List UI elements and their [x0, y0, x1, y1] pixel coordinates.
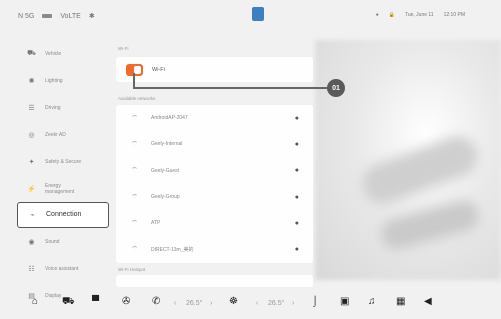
info-icon[interactable]: ● — [295, 141, 299, 148]
sidebar-item-connection[interactable]: ⌁ Connection — [17, 202, 109, 228]
sidebar-item-voice-assistant[interactable]: ☷ Voice assistant — [17, 255, 109, 282]
sidebar-item-label: Safety & Secure — [45, 158, 82, 165]
battery-icon: ⚡ — [27, 185, 36, 193]
status-date: Tue, June 11 — [404, 12, 434, 18]
settings-sidebar: ⛟ Vehicle ✺ Lighting ☰ Driving ◎ Zeekr A… — [17, 40, 109, 309]
wifi-toggle-label: Wi-Fi — [152, 66, 165, 73]
left-temp-decrease[interactable]: ‹ — [174, 300, 176, 307]
networks-section-label: Available networks — [118, 96, 156, 101]
sidebar-item-label: Sound — [45, 238, 60, 245]
info-icon[interactable]: ● — [295, 194, 299, 201]
record-icon: ● — [375, 12, 379, 18]
status-time: 12:10 PM — [443, 12, 465, 18]
sidebar-item-label: Lighting — [45, 77, 63, 84]
network-row[interactable]: ⌔ ATP ● — [116, 210, 313, 236]
network-row[interactable]: ⌔ Geely-Internal ● — [116, 131, 313, 157]
right-temperature: 26.5° — [268, 300, 285, 307]
wifi-lock-icon: ⌔ — [131, 246, 138, 254]
left-temperature: 26.5° — [186, 300, 203, 307]
network-list: ⌔ AndroidAP-2047 ● ⌔ Geely-Internal ● ⌔ … — [116, 105, 313, 263]
sidebar-item-label: Connection — [46, 211, 82, 218]
lock-icon: 🔒 — [388, 12, 395, 18]
sidebar-item-label: Voice assistant — [45, 265, 79, 272]
info-icon[interactable]: ● — [295, 167, 299, 174]
status-left: N 5G VoLTE ✱ — [18, 12, 95, 21]
info-icon[interactable]: ● — [295, 220, 299, 227]
right-temp-increase[interactable]: › — [292, 300, 294, 307]
music-icon[interactable]: ♫ — [368, 296, 376, 307]
brand-logo-icon — [252, 7, 264, 21]
sidebar-item-vehicle[interactable]: ⛟ Vehicle — [17, 40, 109, 67]
speaker-icon: ◉ — [28, 238, 35, 246]
sidebar-item-label: Vehicle — [45, 50, 62, 57]
assistant-icon: ☷ — [28, 265, 35, 273]
network-name: DIRECT-13m_美的 — [151, 247, 194, 254]
seat-icon[interactable]: ▀ — [92, 296, 99, 307]
link-icon: ⌁ — [30, 212, 35, 219]
home-icon[interactable]: ⌂ — [32, 296, 38, 307]
volume-icon[interactable]: ◀ — [424, 296, 432, 307]
network-row[interactable]: ⌔ Geely-Group ● — [116, 184, 313, 210]
seat-icon: ◎ — [28, 131, 35, 139]
wiper-icon[interactable]: ⌡ — [312, 296, 318, 307]
steering-wheel-icon: ☰ — [28, 104, 35, 112]
car-icon: ⛟ — [27, 50, 36, 57]
info-icon[interactable]: ● — [295, 115, 299, 122]
wifi-lock-icon: ⌔ — [131, 114, 138, 122]
sidebar-item-zeekr-ad[interactable]: ◎ Zeekr AD — [17, 121, 109, 148]
network-name: Geely-Internal — [151, 141, 183, 148]
apps-icon[interactable]: ▦ — [396, 296, 405, 307]
network-row[interactable]: ⌔ Geely-Guest ● — [116, 158, 313, 184]
hotspot-section-label: Wi-Fi Hotspot — [118, 267, 146, 272]
network-name: ATP — [151, 220, 161, 227]
shield-icon: ✦ — [28, 158, 35, 166]
wifi-section-label: Wi-Fi — [118, 46, 129, 51]
signal-icon — [42, 14, 53, 18]
status-bar: N 5G VoLTE ✱ ● 🔒 Tue, June 11 12:10 PM — [0, 0, 501, 32]
lightbulb-icon: ✺ — [28, 77, 35, 85]
sidebar-item-driving[interactable]: ☰ Driving — [17, 94, 109, 121]
wifi-icon: ⌔ — [131, 193, 138, 201]
sidebar-item-label: Energy management — [45, 182, 75, 195]
network-row[interactable]: ⌔ DIRECT-13m_美的 ● — [116, 236, 313, 262]
network-name: AndroidAP-2047 — [151, 115, 188, 122]
status-right: ● 🔒 Tue, June 11 12:10 PM — [376, 12, 465, 18]
sidebar-item-label: Driving — [45, 104, 61, 111]
sidebar-item-lighting[interactable]: ✺ Lighting — [17, 67, 109, 94]
camera-icon[interactable]: ▣ — [340, 296, 349, 307]
network-name: Geely-Guest — [151, 167, 180, 174]
right-temp-decrease[interactable]: ‹ — [256, 300, 258, 307]
network-row[interactable]: ⌔ AndroidAP-2047 ● — [116, 105, 313, 131]
toggle-knob — [134, 65, 141, 74]
callout-line — [133, 87, 328, 89]
phone-icon[interactable]: ✆ — [152, 296, 160, 307]
sidebar-item-safety[interactable]: ✦ Safety & Secure — [17, 148, 109, 175]
network-indicator: N 5G — [18, 12, 35, 20]
left-temp-increase[interactable]: › — [210, 300, 212, 307]
bottom-dock: ⌂ ⛟ ▀ ✇ ✆ ‹ 26.5° › ☸ ‹ 26.5° › ⌡ ▣ ♫ ▦ … — [0, 288, 501, 319]
wifi-lock-icon: ⌔ — [131, 219, 138, 227]
bluetooth-icon: ✱ — [88, 13, 95, 20]
network-name: Geely-Group — [151, 194, 180, 201]
sidebar-item-sound[interactable]: ◉ Sound — [17, 228, 109, 255]
car-icon[interactable]: ⛟ — [62, 296, 75, 309]
volte-indicator: VoLTE — [60, 12, 81, 20]
wifi-toggle-row[interactable]: Wi-Fi — [116, 57, 313, 82]
sidebar-item-label: Zeekr AD — [45, 131, 66, 138]
wifi-icon: ⌔ — [131, 167, 138, 175]
callout-badge: 01 — [327, 79, 345, 97]
hotspot-card[interactable] — [116, 275, 313, 287]
sidebar-item-energy[interactable]: ⚡ Energy management — [17, 175, 109, 202]
fan-icon[interactable]: ✇ — [122, 296, 130, 307]
wifi-icon: ⌔ — [131, 140, 138, 148]
ac-icon[interactable]: ☸ — [229, 296, 238, 307]
info-icon[interactable]: ● — [295, 246, 299, 253]
